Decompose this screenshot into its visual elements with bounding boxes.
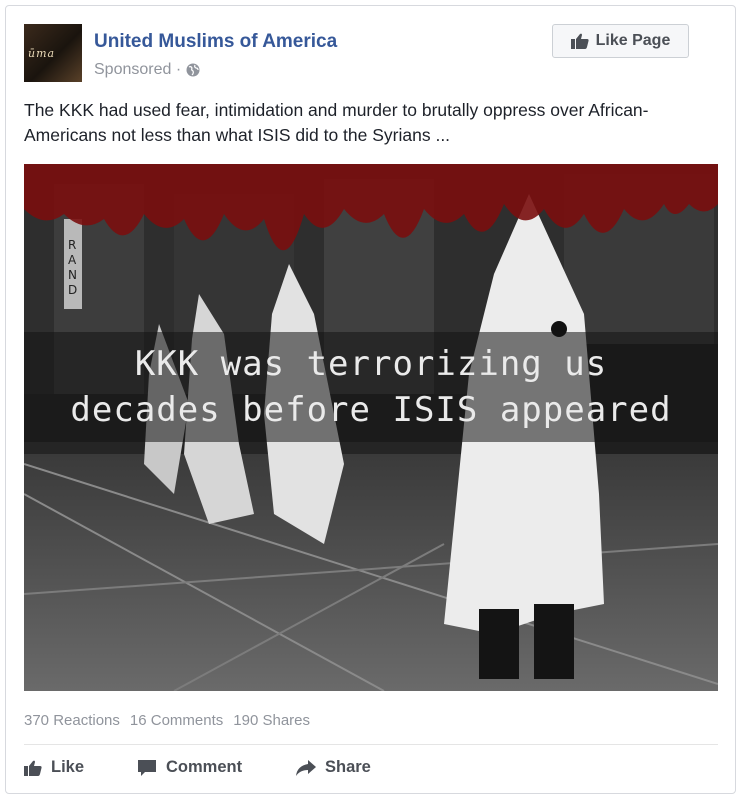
svg-text:A: A [68,253,77,267]
globe-icon[interactable] [186,63,200,77]
share-icon [296,759,316,776]
sign-text: R [68,238,76,252]
actions-divider [24,744,718,745]
comment-label: Comment [166,758,243,776]
avatar-logo-text: ūma [28,47,56,60]
thumbs-up-icon [24,760,42,776]
share-label: Share [325,758,371,776]
post-text: The KKK had used fear, intimidation and … [24,100,649,145]
caption-line-1: KKK was terrorizing us [134,344,608,384]
comment-button[interactable]: Comment [137,758,242,777]
page-name-link[interactable]: United Muslims of America [94,31,337,53]
thumbs-up-icon [570,33,589,49]
comments-count[interactable]: 16 Comments [130,712,223,729]
share-button[interactable]: Share [296,758,371,777]
svg-text:N: N [68,268,77,282]
sponsored-label: Sponsored · [94,61,200,79]
shares-count[interactable]: 190 Shares [233,712,310,729]
like-page-label: Like Page [595,32,671,49]
like-label: Like [51,758,85,776]
sponsored-text: Sponsored · [94,61,182,78]
comment-icon [138,759,156,776]
page-avatar[interactable]: ūma [24,24,82,82]
caption-line-2: decades before ISIS appeared [70,390,672,430]
like-page-button[interactable]: Like Page [552,24,689,58]
post-image[interactable]: R A N D KKK was terrorizing us decades b… [24,164,718,691]
svg-text:D: D [68,283,77,297]
like-button[interactable]: Like [24,758,84,777]
reactions-count[interactable]: 370 Reactions [24,712,120,729]
engagement-stats: 370 Reactions 16 Comments 190 Shares [24,712,310,729]
sponsored-post-card: ūma United Muslims of America Sponsored … [5,5,736,794]
image-caption-overlay: KKK was terrorizing us decades before IS… [24,332,718,442]
